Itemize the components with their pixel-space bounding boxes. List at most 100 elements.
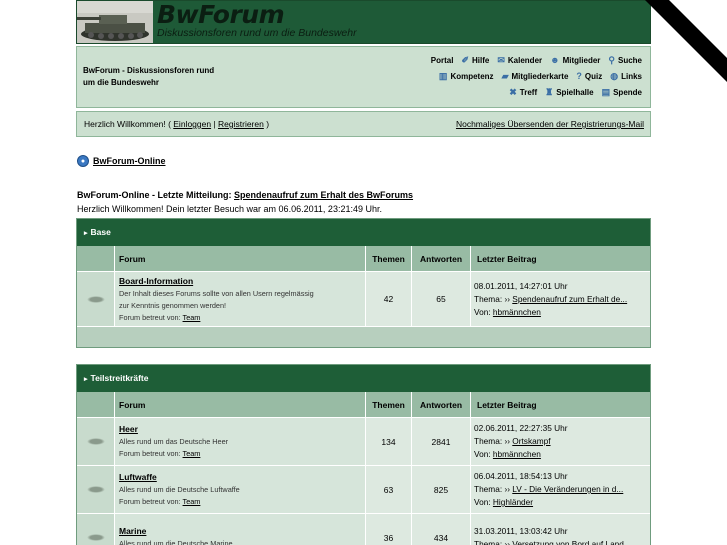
- tank-logo: [77, 1, 153, 43]
- login-link[interactable]: Einloggen: [173, 119, 211, 129]
- navigation-bar: BwForum - Diskussionsforen rund um die B…: [76, 46, 651, 108]
- members-icon: ☻: [550, 55, 560, 65]
- last-thread-link[interactable]: Versetzung von Bord auf Land: [512, 539, 624, 545]
- category-table: ▸ Base Forum Themen Antworten Letzter Beitrag…: [76, 218, 651, 348]
- nav-search[interactable]: ⚲ Suche: [608, 55, 642, 65]
- breadcrumb: ● BwForum-Online: [77, 155, 166, 167]
- table-row: Marine Alles rund um die Deutsche Marine 3…: [77, 514, 650, 545]
- search-icon: ⚲: [608, 55, 615, 65]
- site-description: BwForum - Diskussionsforen rund um die B…: [83, 66, 215, 87]
- reply-count: 65: [412, 272, 471, 327]
- forum-status-icon: [86, 534, 105, 541]
- announcement-link[interactable]: Spendenaufruf zum Erhalt des BwForums: [234, 190, 413, 200]
- forum-status-icon: [86, 486, 105, 493]
- topic-count: 36: [366, 514, 412, 545]
- last-post-date: 02.06.2011, 22:27:35 Uhr: [474, 423, 568, 433]
- login-bar: Herzlich Willkommen! ( Einloggen | Regis…: [76, 111, 651, 137]
- register-link[interactable]: Registrieren: [218, 119, 264, 129]
- forum-link[interactable]: Heer: [119, 424, 138, 434]
- forum-link[interactable]: Board-Information: [119, 276, 193, 286]
- nav-row-3: ✖ Treff ♜ Spielhalle ▤ Spende: [509, 87, 642, 97]
- collapse-arrow-icon: ▸: [84, 230, 88, 237]
- last-poster-link[interactable]: Highländer: [493, 497, 533, 507]
- last-thread-link[interactable]: Spendenaufruf zum Erhalt de...: [512, 294, 627, 304]
- moderator-link[interactable]: Team: [183, 449, 201, 458]
- reply-count: 825: [412, 466, 471, 514]
- forum-moderator: Forum betreut von: Team: [119, 449, 201, 458]
- col-forum: Forum: [115, 246, 366, 272]
- last-post: 02.06.2011, 22:27:35 Uhr Thema: ›› Ortska…: [471, 418, 650, 466]
- topic-count: 42: [366, 272, 412, 327]
- nav-donate[interactable]: ▤ Spende: [602, 87, 642, 97]
- nav-quiz[interactable]: ? Quiz: [576, 71, 602, 81]
- breadcrumb-home-link[interactable]: BwForum-Online: [93, 156, 166, 166]
- nav-arcade[interactable]: ♜ Spielhalle: [545, 87, 593, 97]
- forum-description: Alles rund um die Deutsche Luftwaffe: [119, 485, 240, 494]
- table-row: Heer Alles rund um das Deutsche Heer Forum…: [77, 418, 650, 466]
- site-title: BwForum: [157, 0, 285, 29]
- quiz-icon: ?: [576, 71, 582, 81]
- col-last-post: Letzter Beitrag: [471, 392, 650, 418]
- forum-link[interactable]: Luftwaffe: [119, 472, 157, 482]
- col-themen: Themen: [366, 392, 412, 418]
- links-icon: ◍: [610, 71, 619, 81]
- last-post: 31.03.2011, 13:03:42 Uhr Thema: ›› Verset…: [471, 514, 650, 545]
- forum-status-icon: [86, 438, 105, 445]
- last-thread-link[interactable]: LV - Die Veränderungen in d...: [512, 484, 623, 494]
- site-subtitle: Diskussionsforen rund um die Bundeswehr: [157, 27, 357, 39]
- last-poster-link[interactable]: hbmännchen: [493, 307, 541, 317]
- topic-count: 63: [366, 466, 412, 514]
- moderator-link[interactable]: Team: [183, 313, 201, 322]
- nav-links[interactable]: ◍ Links: [610, 71, 642, 81]
- last-post: 06.04.2011, 18:54:13 Uhr Thema: ›› LV - D…: [471, 466, 650, 514]
- last-post: 08.01.2011, 14:27:01 Uhr Thema: ›› Spende…: [471, 272, 650, 327]
- forum-link[interactable]: Marine: [119, 526, 146, 536]
- competence-icon: ▥: [438, 71, 448, 81]
- forum-description: Der Inhalt dieses Forums sollte von alle…: [119, 288, 314, 298]
- col-antworten: Antworten: [412, 392, 471, 418]
- arcade-icon: ♜: [545, 87, 554, 97]
- last-announcement: BwForum-Online - Letzte Mitteilung: Spen…: [77, 190, 414, 214]
- col-last-post: Letzter Beitrag: [471, 246, 650, 272]
- forum-status-icon: [86, 295, 105, 303]
- help-icon: ✐: [461, 55, 469, 65]
- last-post-date: 08.01.2011, 14:27:01 Uhr: [474, 280, 568, 291]
- nav-members[interactable]: ☻ Mitglieder: [550, 55, 600, 65]
- table-header: Forum Themen Antworten Letzter Beitrag: [77, 246, 650, 272]
- last-thread-link[interactable]: Ortskampf: [512, 436, 550, 446]
- collapse-arrow-icon: ▸: [84, 376, 88, 383]
- nav-meeting[interactable]: ✖ Treff: [509, 87, 537, 97]
- nav-row-2: ▥ Kompetenz ▰ Mitgliederkarte ? Quiz ◍ Links: [439, 71, 642, 81]
- forum-moderator: Forum betreut von: Team: [119, 312, 201, 322]
- col-themen: Themen: [366, 246, 412, 272]
- table-row: Luftwaffe Alles rund um die Deutsche Luft…: [77, 466, 650, 514]
- table-header: Forum Themen Antworten Letzter Beitrag: [77, 392, 650, 418]
- forum-moderator: Forum betreut von: Team: [119, 497, 201, 506]
- forum-home-icon: ●: [77, 155, 89, 167]
- category-table: ▸ Teilstreitkräfte Forum Themen Antworten Let…: [76, 364, 651, 545]
- nav-calendar[interactable]: ✉ Kalender: [497, 55, 542, 65]
- nav-portal[interactable]: Portal: [431, 56, 454, 65]
- forum-description: Alles rund um das Deutsche Heer: [119, 437, 229, 446]
- welcome-text: Herzlich Willkommen! ( Einloggen | Regis…: [84, 119, 270, 129]
- calendar-icon: ✉: [497, 55, 505, 65]
- meeting-icon: ✖: [509, 87, 517, 97]
- nav-member-map[interactable]: ▰ Mitgliederkarte: [502, 71, 569, 81]
- forum-description: Alles rund um die Deutsche Marine: [119, 539, 233, 545]
- last-post-date: 31.03.2011, 13:03:42 Uhr: [474, 525, 568, 536]
- reply-count: 2841: [412, 418, 471, 466]
- col-antworten: Antworten: [412, 246, 471, 272]
- member-map-icon: ▰: [501, 71, 509, 81]
- moderator-link[interactable]: Team: [183, 497, 201, 506]
- last-post-date: 06.04.2011, 18:54:13 Uhr: [474, 471, 568, 481]
- category-header[interactable]: ▸ Teilstreitkräfte: [77, 365, 650, 392]
- category-header[interactable]: ▸ Base: [77, 219, 650, 246]
- nav-help[interactable]: ✐ Hilfe: [461, 55, 489, 65]
- reply-count: 434: [412, 514, 471, 545]
- nav-row-1: Portal ✐ Hilfe ✉ Kalender ☻ Mitglieder ⚲ Suche: [431, 55, 642, 65]
- resend-registration-link[interactable]: Nochmaliges Übersenden der Registrierung…: [456, 119, 644, 129]
- site-header: BwForum Diskussionsforen rund um die Bun…: [76, 0, 651, 44]
- topic-count: 134: [366, 418, 412, 466]
- last-poster-link[interactable]: hbmännchen: [493, 449, 541, 459]
- nav-competence[interactable]: ▥ Kompetenz: [439, 71, 494, 81]
